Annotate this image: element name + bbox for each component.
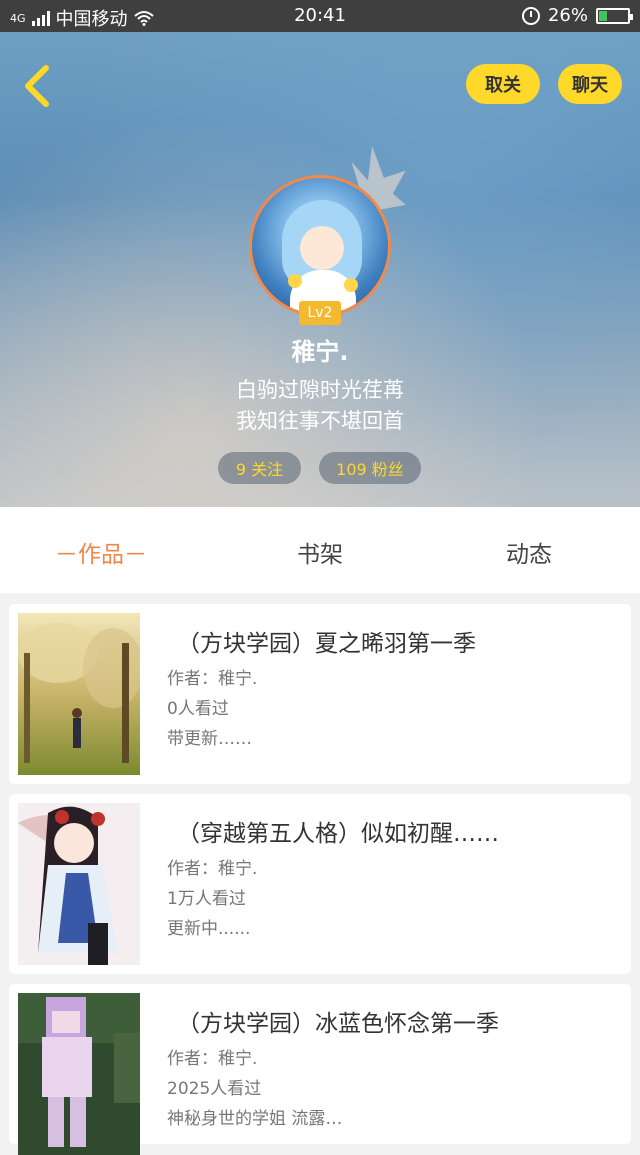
work-views: 2025人看过 <box>167 1079 262 1099</box>
work-title: （方块学园）冰蓝色怀念第一季 <box>177 1011 499 1037</box>
work-card[interactable]: （穿越第五人格）似如初醒…… 作者：稚宁. 1万人看过 更新中...... <box>9 794 631 974</box>
chat-button[interactable]: 聊天 <box>558 64 622 104</box>
followers-count[interactable]: 109 粉丝 <box>319 452 421 484</box>
level-badge: Lv2 <box>299 301 341 325</box>
work-status: 神秘身世的学姐 流露… <box>167 1109 343 1129</box>
profile-header: 取关 聊天 Lv2 稚宁. 白驹过隙时光荏苒 我知往事不堪回首 9 关注 109… <box>0 32 640 507</box>
status-bar: 4G 中国移动 20:41 26% <box>0 0 640 32</box>
work-author: 作者：稚宁. <box>167 1049 258 1069</box>
tab-activity[interactable]: 动态 <box>506 535 552 569</box>
tab-works[interactable]: －作品－ <box>55 535 147 569</box>
work-card[interactable]: （方块学园）冰蓝色怀念第一季 作者：稚宁. 2025人看过 神秘身世的学姐 流露… <box>9 984 631 1155</box>
battery-percent: 26% <box>547 5 588 26</box>
avatar-flower <box>288 274 302 288</box>
avatar[interactable] <box>249 175 391 317</box>
back-button[interactable] <box>18 62 58 110</box>
battery-fill <box>599 10 607 21</box>
work-status: 更新中...... <box>167 919 251 939</box>
work-author: 作者：稚宁. <box>167 859 258 879</box>
alarm-icon <box>521 6 540 25</box>
book-cover <box>18 803 140 965</box>
bio-line: 我知往事不堪回首 <box>236 409 404 433</box>
bio: 白驹过隙时光荏苒 我知往事不堪回首 <box>0 375 640 437</box>
work-card[interactable]: （方块学园）夏之晞羽第一季 作者：稚宁. 0人看过 带更新…… <box>9 604 631 784</box>
work-status: 带更新…… <box>167 729 252 749</box>
work-views: 1万人看过 <box>167 889 246 909</box>
tab-bookshelf[interactable]: 书架 <box>297 535 343 569</box>
work-author: 作者：稚宁. <box>167 669 258 689</box>
book-cover <box>18 613 140 775</box>
following-count[interactable]: 9 关注 <box>218 452 301 484</box>
book-cover <box>18 993 140 1155</box>
avatar-face <box>300 226 344 270</box>
tab-bar: －作品－ 书架 动态 <box>0 507 640 593</box>
bio-line: 白驹过隙时光荏苒 <box>236 378 404 402</box>
avatar-flower <box>344 278 358 292</box>
work-views: 0人看过 <box>167 699 229 719</box>
work-title: （方块学园）夏之晞羽第一季 <box>177 631 476 657</box>
battery-icon <box>596 7 633 24</box>
unfollow-button[interactable]: 取关 <box>466 64 540 104</box>
username: 稚宁. <box>291 338 349 366</box>
work-title: （穿越第五人格）似如初醒…… <box>177 821 499 847</box>
